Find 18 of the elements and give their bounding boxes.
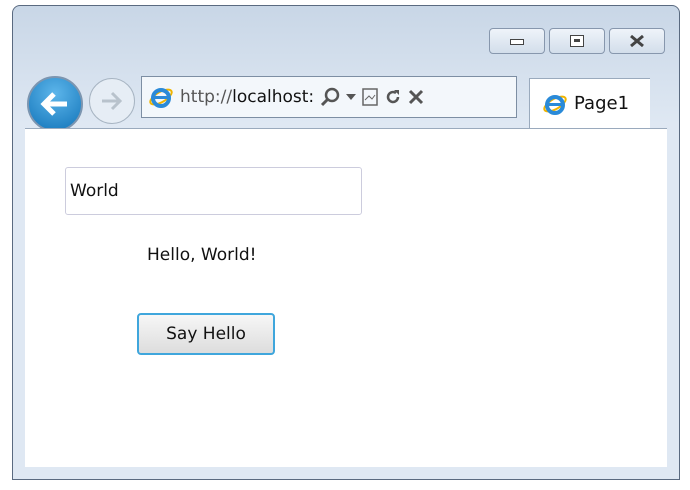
greeting-text: Hello, World! bbox=[147, 245, 256, 265]
address-bar[interactable]: http://localhost: bbox=[141, 76, 517, 118]
stop-icon[interactable] bbox=[408, 89, 424, 105]
minimize-icon bbox=[510, 37, 524, 45]
compatibility-view-icon[interactable] bbox=[362, 88, 378, 106]
close-icon bbox=[629, 35, 645, 47]
url-text: http://localhost: bbox=[180, 87, 314, 107]
restore-icon bbox=[570, 35, 584, 47]
browser-tab[interactable]: Page1 bbox=[529, 78, 650, 128]
back-arrow-icon bbox=[40, 91, 70, 117]
restore-button[interactable] bbox=[549, 28, 605, 54]
name-input-field[interactable]: World bbox=[65, 167, 362, 215]
say-hello-button[interactable]: Say Hello bbox=[137, 313, 275, 355]
dropdown-caret-icon[interactable] bbox=[346, 94, 356, 100]
close-button[interactable] bbox=[609, 28, 665, 54]
forward-arrow-icon bbox=[100, 91, 124, 111]
minimize-button[interactable] bbox=[489, 28, 545, 54]
search-icon[interactable] bbox=[320, 87, 340, 107]
